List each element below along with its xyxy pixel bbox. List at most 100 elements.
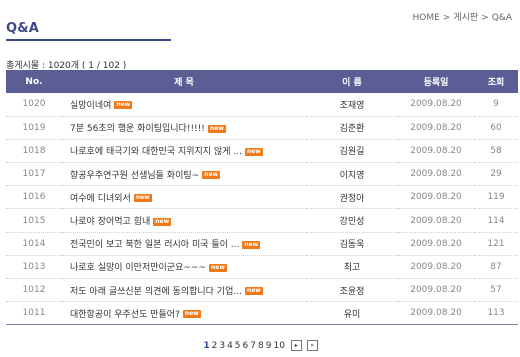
row-views: 114	[487, 215, 505, 226]
row-views: 58	[490, 145, 502, 156]
new-badge: new	[242, 240, 261, 249]
row-date: 2009.08.20	[410, 238, 462, 249]
next-page-button[interactable]: ▸	[290, 340, 302, 351]
table-row: 1018 나로호에 태극기와 대한민국 지위지지 않게 ... new 김원길 2009…	[6, 139, 518, 163]
row-views: 119	[487, 192, 505, 203]
row-number: 1012	[22, 285, 46, 296]
row-date: 2009.08.20	[410, 169, 462, 180]
new-badge: new	[114, 101, 133, 110]
row-number: 1020	[22, 99, 46, 110]
row-subject-cell: 전국민이 보고 북한 일본 러시아 미국 들이 ... new	[62, 232, 306, 255]
last-page-button[interactable]: »	[306, 340, 318, 351]
page-numbers: 1 2 3 4 5 6 7 8 9 10	[202, 341, 286, 351]
new-badge: new	[207, 124, 226, 133]
row-date: 2009.08.20	[410, 145, 462, 156]
new-badge: new	[153, 217, 172, 226]
row-views: 9	[493, 99, 499, 110]
row-author: 김원길	[339, 147, 365, 158]
row-views: 60	[490, 122, 502, 133]
row-author: 최고	[343, 263, 361, 274]
row-subject-cell: 항공우주연구원 선생님들 화이팅~ new	[62, 163, 306, 186]
page-number-link[interactable]: 7	[250, 341, 256, 351]
page-number-link[interactable]: 4	[227, 341, 233, 351]
row-subject-cell: 실망이네여 new	[62, 93, 306, 116]
row-views: 57	[490, 285, 502, 296]
row-views: 29	[490, 169, 502, 180]
row-date: 2009.08.20	[410, 122, 462, 133]
row-number: 1015	[22, 215, 46, 226]
row-number: 1017	[22, 169, 46, 180]
row-subject-cell: 저도 아래 글쓰신분 의견에 동의합니다 기업... new	[62, 279, 306, 302]
row-author: 김준환	[339, 124, 365, 135]
breadcrumb-separator: >	[481, 13, 489, 23]
row-date: 2009.08.20	[410, 308, 462, 319]
table-row: 1011 대한항공이 우주선도 만들어? new 유미 2009.08.20 113	[6, 302, 518, 325]
row-subject-cell: 7분 56초의 행운 화이팅입니다!!!!! new	[62, 116, 306, 139]
row-subject-link[interactable]: 전국민이 보고 북한 일본 러시아 미국 들이 ...	[70, 240, 239, 250]
breadcrumb-qna[interactable]: Q&A	[492, 13, 512, 23]
page-number-link[interactable]: 8	[258, 341, 264, 351]
row-subject-link[interactable]: 7분 56초의 행운 화이팅입니다!!!!!	[70, 124, 205, 134]
pagination: 1 2 3 4 5 6 7 8 9 10 ▸ »	[0, 340, 520, 351]
board-table: No. 제 목 이 름 등록일 조회 1020 실망이네여 new 조재영 2009.0…	[6, 70, 518, 325]
row-subject-cell: 대한항공이 우주선도 만들어? new	[62, 302, 306, 325]
row-subject-link[interactable]: 항공우주연구원 선생님들 화이팅~	[70, 171, 199, 181]
page-number-link[interactable]: 1	[203, 341, 209, 351]
new-badge: new	[133, 194, 152, 203]
header-date: 등록일	[423, 78, 449, 88]
new-badge: new	[244, 287, 263, 296]
row-author: 이지영	[339, 170, 365, 181]
row-subject-link[interactable]: 저도 아래 글쓰신분 의견에 동의합니다 기업...	[70, 287, 242, 297]
top-bar: Q&A HOME > 게시판 > Q&A	[0, 0, 520, 41]
row-subject-link[interactable]: 나로야 장어먹고 힘내	[70, 217, 150, 227]
page-number-link[interactable]: 5	[235, 341, 241, 351]
row-date: 2009.08.20	[410, 261, 462, 272]
table-row: 1019 7분 56초의 행운 화이팅입니다!!!!! new 김준환 2009.08.…	[6, 116, 518, 140]
row-subject-cell: 나로야 장어먹고 힘내 new	[62, 209, 306, 232]
row-subject-link[interactable]: 나로호에 태극기와 대한민국 지위지지 않게 ...	[70, 147, 242, 157]
row-number: 1011	[22, 308, 46, 319]
page-title: Q&A	[6, 21, 40, 36]
row-author: 유미	[343, 309, 361, 320]
row-subject-link[interactable]: 여수에 디녀외서	[70, 194, 131, 204]
header-subject: 제 목	[174, 78, 194, 88]
row-subject-cell: 여수에 디녀외서 new	[62, 186, 306, 209]
table-body: 1020 실망이네여 new 조재영 2009.08.20 9 1019 7분 56초의 행운…	[6, 93, 518, 325]
header-views: 조회	[487, 78, 505, 88]
page-number-link[interactable]: 10	[273, 341, 284, 351]
row-subject-link[interactable]: 실망이네여	[70, 101, 111, 111]
new-badge: new	[202, 171, 221, 180]
row-subject-link[interactable]: 대한항공이 우주선도 만들어?	[70, 310, 180, 320]
row-subject-cell: 나로호 실망이 이만저만이군요~~~ new	[62, 255, 306, 278]
row-author: 권정아	[339, 193, 365, 204]
row-author: 조재영	[339, 100, 365, 111]
header-no: No.	[25, 76, 43, 87]
breadcrumb-home[interactable]: HOME	[412, 13, 439, 23]
page-number-link[interactable]: 2	[212, 341, 218, 351]
table-row: 1017 항공우주연구원 선생님들 화이팅~ new 이지영 2009.08.20 29	[6, 163, 518, 186]
row-views: 87	[490, 261, 502, 272]
table-header-row: No. 제 목 이 름 등록일 조회	[6, 70, 518, 93]
table-row: 1016 여수에 디녀외서 new 권정아 2009.08.20 119	[6, 186, 518, 209]
header-author: 이 름	[342, 78, 362, 88]
table-row: 1020 실망이네여 new 조재영 2009.08.20 9	[6, 93, 518, 117]
row-number: 1019	[22, 122, 46, 133]
row-number: 1018	[22, 145, 46, 156]
new-badge: new	[244, 147, 263, 156]
row-author: 조윤정	[339, 286, 365, 297]
row-subject-link[interactable]: 나로호 실망이 이만저만이군요~~~	[70, 263, 206, 273]
row-number: 1014	[22, 238, 46, 249]
page-number-link[interactable]: 6	[243, 341, 249, 351]
table-row: 1013 나로호 실망이 이만저만이군요~~~ new 최고 2009.08.20 87	[6, 255, 518, 279]
row-subject-cell: 나로호에 태극기와 대한민국 지위지지 않게 ... new	[62, 139, 306, 162]
page-number-link[interactable]: 9	[266, 341, 272, 351]
page-number-link[interactable]: 3	[219, 341, 225, 351]
row-number: 1013	[22, 261, 46, 272]
new-badge: new	[209, 263, 227, 272]
breadcrumb-board[interactable]: 게시판	[453, 13, 478, 23]
table-row: 1012 저도 아래 글쓰신분 의견에 동의합니다 기업... new 조윤정 2009…	[6, 279, 518, 302]
table-row: 1014 전국민이 보고 북한 일본 러시아 미국 들이 ... new 김동욱 200…	[6, 232, 518, 256]
row-author: 강민성	[339, 217, 365, 228]
row-views: 113	[487, 308, 505, 319]
row-number: 1016	[22, 192, 46, 203]
